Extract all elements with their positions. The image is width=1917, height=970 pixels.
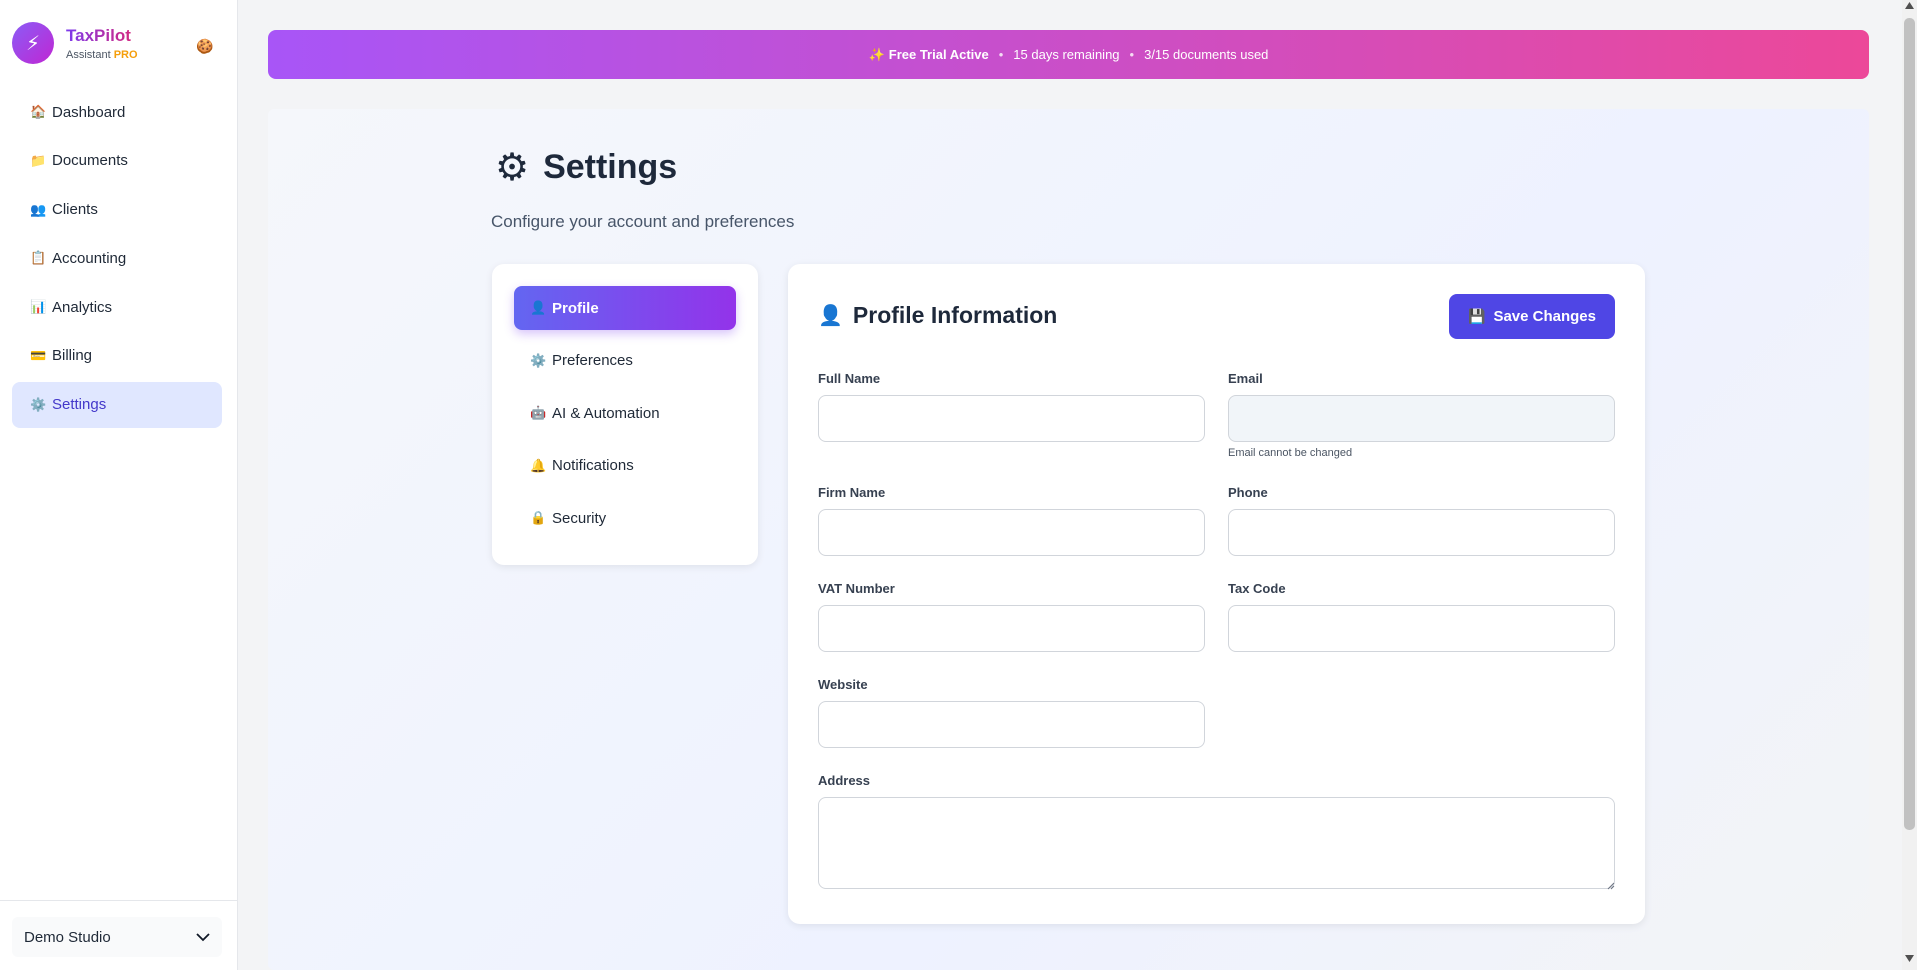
email-label: Email bbox=[1228, 371, 1263, 386]
workspace-select[interactable]: Demo Studio bbox=[12, 917, 222, 957]
save-changes-button[interactable]: 💾 Save Changes bbox=[1449, 294, 1615, 339]
sidebar-item-label: Clients bbox=[52, 201, 98, 219]
sidebar-item-billing[interactable]: 💳 Billing bbox=[12, 333, 222, 379]
credit-card-icon: 💳 bbox=[30, 347, 47, 363]
brand-sub-label: Assistant bbox=[66, 48, 111, 61]
lightning-logo-icon: ⚡ bbox=[12, 22, 54, 64]
sidebar-footer: Demo Studio bbox=[0, 900, 238, 970]
page-title-text: Settings bbox=[543, 148, 678, 186]
tax-code-label: Tax Code bbox=[1228, 581, 1286, 596]
sidebar-item-label: Billing bbox=[52, 347, 93, 365]
sidebar-item-label: Accounting bbox=[52, 249, 127, 267]
form-title-text: Profile Information bbox=[852, 302, 1058, 328]
full-name-label: Full Name bbox=[818, 371, 881, 386]
tab-notifications[interactable]: 🔔 Notifications bbox=[514, 444, 736, 488]
bar-chart-icon: 📊 bbox=[30, 299, 47, 315]
sidebar-item-label: Settings bbox=[52, 396, 107, 414]
sidebar-item-dashboard[interactable]: 🏠 Dashboard bbox=[12, 89, 222, 135]
trial-days-remaining: 15 days remaining bbox=[1013, 47, 1120, 62]
gear-icon: ⚙️ bbox=[530, 352, 547, 368]
email-field bbox=[1228, 395, 1615, 442]
website-label: Website bbox=[818, 677, 868, 692]
vat-number-label: VAT Number bbox=[818, 581, 895, 596]
sidebar-item-documents[interactable]: 📁 Documents bbox=[12, 138, 222, 184]
workspace-name: Demo Studio bbox=[24, 928, 111, 946]
tab-security[interactable]: 🔒 Security bbox=[514, 496, 736, 540]
tab-profile[interactable]: 👤 Profile bbox=[514, 286, 736, 330]
bell-icon: 🔔 bbox=[530, 457, 547, 473]
trial-documents-used: 3/15 documents used bbox=[1144, 47, 1269, 62]
brand[interactable]: ⚡ TaxPilot Assistant PRO bbox=[12, 22, 138, 64]
scrollbar-thumb[interactable] bbox=[1904, 18, 1915, 830]
robot-icon: 🤖 bbox=[530, 405, 547, 420]
save-button-label: Save Changes bbox=[1493, 308, 1596, 325]
sidebar-item-settings[interactable]: ⚙️ Settings bbox=[12, 381, 222, 428]
scroll-up-arrow-icon[interactable] bbox=[1905, 2, 1914, 9]
gear-icon: ⚙ bbox=[495, 147, 530, 189]
user-icon: 👤 bbox=[818, 305, 843, 327]
email-hint: Email cannot be changed bbox=[1228, 447, 1353, 459]
main-content: ⚙ Settings Configure your account and pr… bbox=[268, 109, 1869, 970]
tab-label: Preferences bbox=[552, 352, 633, 369]
vat-number-input[interactable] bbox=[818, 605, 1205, 652]
address-textarea[interactable] bbox=[818, 797, 1615, 889]
form-title: 👤 Profile Information bbox=[818, 302, 1057, 329]
address-label: Address bbox=[818, 773, 871, 788]
tab-preferences[interactable]: ⚙️ Preferences bbox=[514, 339, 736, 383]
sidebar-item-clients[interactable]: 👥 Clients bbox=[12, 187, 222, 233]
page-header: ⚙ Settings Configure your account and pr… bbox=[491, 145, 794, 232]
trial-status: Free Trial Active bbox=[888, 47, 989, 62]
brand-subtitle: Assistant PRO bbox=[66, 49, 138, 61]
users-icon: 👥 bbox=[30, 201, 47, 217]
tax-code-input[interactable] bbox=[1228, 605, 1615, 652]
page-subtitle: Configure your account and preferences bbox=[491, 212, 795, 231]
full-name-input[interactable] bbox=[818, 395, 1205, 442]
tab-label: AI & Automation bbox=[552, 404, 660, 422]
sidebar: ⚡ TaxPilot Assistant PRO 🍪 🏠 Dashboard 📁… bbox=[0, 0, 238, 970]
floppy-disk-icon: 💾 bbox=[1468, 308, 1486, 324]
page-title: ⚙ Settings bbox=[491, 145, 794, 190]
user-icon: 👤 bbox=[530, 300, 547, 315]
separator-dot: • bbox=[1129, 47, 1135, 62]
chevron-down-icon bbox=[196, 932, 210, 941]
scroll-down-arrow-icon[interactable] bbox=[1905, 955, 1914, 962]
lock-icon: 🔒 bbox=[530, 510, 547, 525]
tab-label: Security bbox=[552, 509, 607, 527]
home-icon: 🏠 bbox=[30, 104, 47, 119]
gear-icon: ⚙️ bbox=[30, 396, 47, 412]
firm-name-input[interactable] bbox=[818, 509, 1205, 556]
sidebar-nav: 🏠 Dashboard 📁 Documents 👥 Clients 📋 Acco… bbox=[12, 89, 222, 431]
phone-input[interactable] bbox=[1228, 509, 1615, 556]
sidebar-item-label: Documents bbox=[52, 152, 128, 170]
clipboard-icon: 📋 bbox=[30, 250, 47, 266]
tab-label: Profile bbox=[552, 299, 599, 317]
profile-form: 👤 Profile Information 💾 Save Changes Ful… bbox=[788, 264, 1645, 924]
trial-banner: ✨ Free Trial Active • 15 days remaining … bbox=[268, 30, 1869, 79]
sidebar-item-analytics[interactable]: 📊 Analytics bbox=[12, 284, 222, 330]
resize-handle-icon[interactable] bbox=[1607, 882, 1615, 890]
page-scrollbar[interactable] bbox=[1902, 0, 1917, 970]
tab-label: Notifications bbox=[552, 457, 634, 474]
brand-name: TaxPilot bbox=[66, 26, 138, 46]
sidebar-item-label: Analytics bbox=[52, 298, 113, 316]
sidebar-item-label: Dashboard bbox=[52, 103, 126, 121]
sidebar-item-accounting[interactable]: 📋 Accounting bbox=[12, 235, 222, 281]
cookie-icon[interactable]: 🍪 bbox=[196, 38, 213, 55]
brand-tier-badge: PRO bbox=[113, 48, 138, 61]
separator-dot: • bbox=[998, 47, 1004, 62]
firm-name-label: Firm Name bbox=[818, 485, 886, 500]
website-input[interactable] bbox=[818, 701, 1205, 748]
sparkle-icon: ✨ bbox=[868, 46, 885, 62]
tab-ai-automation[interactable]: 🤖 AI & Automation bbox=[514, 391, 736, 435]
phone-label: Phone bbox=[1228, 485, 1268, 500]
brand-text: TaxPilot Assistant PRO bbox=[66, 26, 138, 61]
settings-tabs: 👤 Profile ⚙️ Preferences 🤖 AI & Automati… bbox=[492, 264, 758, 565]
folder-icon: 📁 bbox=[30, 152, 47, 168]
